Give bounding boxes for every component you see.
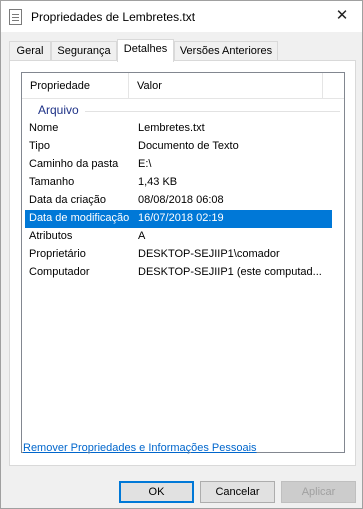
list-item[interactable]: Tipo Documento de Texto xyxy=(22,138,332,156)
list-item[interactable]: Atributos A xyxy=(22,228,332,246)
column-header-empty xyxy=(323,73,344,99)
property-value: Lembretes.txt xyxy=(138,122,205,134)
property-value: E:\ xyxy=(138,158,152,170)
details-panel: Propriedade Valor Arquivo Nome Lembretes… xyxy=(9,60,356,466)
property-name: Tamanho xyxy=(29,176,75,188)
property-value: 16/07/2018 02:19 xyxy=(138,212,224,224)
properties-list[interactable]: Propriedade Valor Arquivo Nome Lembretes… xyxy=(21,72,345,453)
list-item[interactable]: Nome Lembretes.txt xyxy=(22,120,332,138)
group-header-arquivo: Arquivo xyxy=(22,102,344,119)
properties-dialog: Propriedades de Lembretes.txt ✕ Geral Se… xyxy=(0,0,363,509)
list-item[interactable]: Tamanho 1,43 KB xyxy=(22,174,332,192)
property-name: Data da criação xyxy=(29,194,107,206)
tab-seguranca[interactable]: Segurança xyxy=(51,41,117,61)
property-value: DESKTOP-SEJIIP1\comador xyxy=(138,248,280,260)
cancel-button[interactable]: Cancelar xyxy=(200,481,275,503)
title-bar: Propriedades de Lembretes.txt ✕ xyxy=(1,1,362,32)
apply-button[interactable]: Aplicar xyxy=(281,481,356,503)
group-label: Arquivo xyxy=(38,103,79,117)
tab-detalhes[interactable]: Detalhes xyxy=(117,39,174,62)
property-name: Proprietário xyxy=(29,248,86,260)
text-file-icon xyxy=(9,9,22,25)
property-name: Atributos xyxy=(29,230,73,242)
property-value: Documento de Texto xyxy=(138,140,239,152)
list-item-selected[interactable]: Data de modificação 16/07/2018 02:19 xyxy=(25,210,332,228)
property-name: Nome xyxy=(29,122,59,134)
list-header: Propriedade Valor xyxy=(22,73,344,99)
tab-versoes-anteriores[interactable]: Versões Anteriores xyxy=(174,41,278,61)
tab-strip: Geral Segurança Detalhes Versões Anterio… xyxy=(9,39,355,62)
remove-properties-link[interactable]: Remover Propriedades e Informações Pesso… xyxy=(23,442,257,454)
list-item[interactable]: Data da criação 08/08/2018 06:08 xyxy=(22,192,332,210)
column-header-property[interactable]: Propriedade xyxy=(22,73,129,99)
property-name: Tipo xyxy=(29,140,50,152)
property-value: 08/08/2018 06:08 xyxy=(138,194,224,206)
ok-button[interactable]: OK xyxy=(119,481,194,503)
property-value: DESKTOP-SEJIIP1 (este computad... xyxy=(138,266,322,278)
list-item[interactable]: Caminho da pasta E:\ xyxy=(22,156,332,174)
window-title: Propriedades de Lembretes.txt xyxy=(31,10,196,24)
list-item[interactable]: Computador DESKTOP-SEJIIP1 (este computa… xyxy=(22,264,332,282)
group-divider xyxy=(85,111,340,112)
property-name: Data de modificação xyxy=(29,212,130,224)
list-item[interactable]: Proprietário DESKTOP-SEJIIP1\comador xyxy=(22,246,332,264)
column-header-value[interactable]: Valor xyxy=(129,73,323,99)
tab-geral[interactable]: Geral xyxy=(9,41,51,61)
property-name: Computador xyxy=(29,266,90,278)
property-value: 1,43 KB xyxy=(138,176,178,188)
close-button[interactable]: ✕ xyxy=(322,1,362,32)
property-value: A xyxy=(138,230,146,242)
property-name: Caminho da pasta xyxy=(29,158,119,170)
